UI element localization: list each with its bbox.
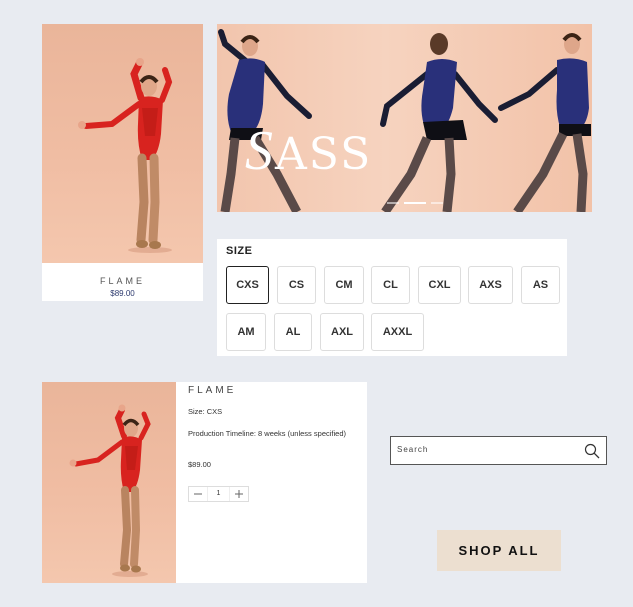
size-label: SIZE <box>226 245 253 257</box>
product-name[interactable]: FLAME <box>42 276 203 286</box>
quantity-stepper: 1 <box>188 486 249 502</box>
cart-item-image[interactable] <box>42 382 176 583</box>
size-option-cs[interactable]: CS <box>277 266 316 304</box>
quantity-value[interactable]: 1 <box>207 487 230 501</box>
banner-pagination[interactable] <box>387 202 443 204</box>
cart-item-size: Size: CXS <box>188 407 223 416</box>
banner-dot[interactable] <box>431 202 443 204</box>
banner-dot[interactable] <box>387 202 399 204</box>
plus-icon[interactable] <box>230 487 248 501</box>
size-option-am[interactable]: AM <box>226 313 266 351</box>
dancer-red-figure <box>78 58 173 253</box>
size-option-axs[interactable]: AXS <box>468 266 513 304</box>
minus-icon[interactable] <box>189 487 207 501</box>
banner-headline: SASS <box>245 119 372 183</box>
cart-item-timeline: Production Timeline: 8 weeks (unless spe… <box>188 429 346 438</box>
size-option-axl[interactable]: AXL <box>320 313 364 351</box>
size-option-cxs[interactable]: CXS <box>226 266 269 304</box>
product-card[interactable]: FLAME $89.00 <box>42 24 203 301</box>
banner-headline-initial: S <box>245 120 275 182</box>
size-option-cl[interactable]: CL <box>371 266 410 304</box>
banner-dot-active[interactable] <box>404 202 426 204</box>
size-option-cxl[interactable]: CXL <box>418 266 461 304</box>
banner-headline-rest: ASS <box>275 129 373 180</box>
size-option-al[interactable]: AL <box>274 313 312 351</box>
search-icon[interactable] <box>584 443 600 459</box>
hero-banner[interactable]: SASS <box>217 24 592 212</box>
product-image[interactable] <box>42 24 203 263</box>
size-selector: SIZE CXS CS CM CL CXL AXS AS AM AL AXL A… <box>217 239 567 356</box>
dancers-figures <box>218 29 591 212</box>
product-price: $89.00 <box>110 289 135 298</box>
search-box <box>390 436 607 465</box>
cart-item-name[interactable]: FLAME <box>188 385 236 396</box>
size-option-cm[interactable]: CM <box>324 266 364 304</box>
search-input[interactable] <box>397 445 577 454</box>
cart-item-price: $89.00 <box>188 460 211 469</box>
dancer-red-figure <box>69 404 151 577</box>
size-option-as[interactable]: AS <box>521 266 560 304</box>
shop-all-button[interactable]: SHOP ALL <box>437 530 561 571</box>
cart-item: FLAME Size: CXS Production Timeline: 8 w… <box>42 382 367 583</box>
size-option-axxl[interactable]: AXXL <box>371 313 424 351</box>
